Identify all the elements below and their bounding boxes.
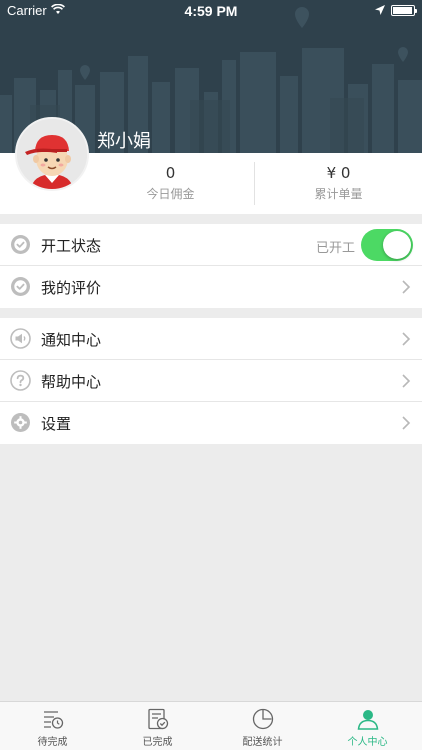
tab-profile[interactable]: 个人中心 bbox=[315, 702, 420, 750]
pending-list-icon bbox=[44, 711, 64, 729]
menu-item-my-reviews[interactable]: 我的评价 bbox=[0, 266, 422, 308]
toggle-knob bbox=[383, 231, 411, 259]
status-menu-group: 开工状态 已开工 我的评价 bbox=[0, 224, 422, 308]
menu-item-notifications[interactable]: 通知中心 bbox=[0, 318, 422, 360]
tab-label: 待完成 bbox=[37, 737, 68, 748]
work-status-toggle[interactable] bbox=[361, 229, 413, 261]
tab-label: 个人中心 bbox=[347, 737, 388, 748]
chevron-right-icon bbox=[402, 280, 411, 294]
megaphone-icon bbox=[10, 328, 31, 349]
stat-label: 今日佣金 bbox=[146, 187, 195, 201]
stat-today-commission: 0 今日佣金 bbox=[87, 153, 254, 214]
tab-pending[interactable]: 待完成 bbox=[0, 702, 105, 750]
tab-label: 已完成 bbox=[142, 737, 173, 748]
battery-icon bbox=[391, 5, 417, 16]
stat-value: 0 bbox=[165, 164, 176, 182]
gear-icon bbox=[11, 413, 30, 432]
menu-item-label: 通知中心 bbox=[41, 331, 102, 349]
clock: 4:59 PM bbox=[184, 3, 238, 19]
location-arrow-icon bbox=[375, 5, 385, 15]
chevron-right-icon bbox=[402, 332, 411, 346]
tab-delivery-stats[interactable]: 配送统计 bbox=[210, 702, 315, 750]
menu-item-settings[interactable]: 设置 bbox=[0, 402, 422, 444]
courier-avatar-icon bbox=[17, 119, 87, 189]
stat-label: 累计单量 bbox=[314, 187, 363, 201]
menu-item-label: 帮助中心 bbox=[41, 373, 102, 391]
menu-item-label: 开工状态 bbox=[41, 237, 102, 255]
user-name: 郑小娟 bbox=[97, 131, 151, 152]
menu-item-label: 设置 bbox=[41, 415, 72, 433]
completed-list-icon bbox=[148, 708, 169, 730]
work-status-text: 已开工 bbox=[315, 241, 355, 256]
menu-item-work-status: 开工状态 已开工 bbox=[0, 224, 422, 266]
tab-label: 配送统计 bbox=[242, 737, 283, 748]
tab-completed[interactable]: 已完成 bbox=[105, 702, 210, 750]
stat-total-orders: ¥ 0 累计单量 bbox=[255, 153, 422, 214]
menu-item-label: 我的评价 bbox=[41, 279, 102, 297]
tab-bar: 待完成 已完成 配送统计 个人中心 bbox=[0, 701, 422, 750]
question-icon bbox=[10, 370, 31, 391]
status-bar: Carrier 4:59 PM bbox=[0, 0, 422, 22]
pie-chart-icon bbox=[252, 708, 274, 730]
menu-item-help[interactable]: 帮助中心 bbox=[0, 360, 422, 402]
chevron-right-icon bbox=[402, 374, 411, 388]
check-circle-icon bbox=[11, 277, 30, 296]
stat-value: ¥ 0 bbox=[326, 164, 351, 182]
avatar[interactable] bbox=[15, 117, 89, 191]
service-menu-group: 通知中心 帮助中心 设置 bbox=[0, 318, 422, 444]
person-icon bbox=[357, 710, 379, 730]
check-circle-icon bbox=[11, 235, 30, 254]
chevron-right-icon bbox=[402, 416, 411, 430]
